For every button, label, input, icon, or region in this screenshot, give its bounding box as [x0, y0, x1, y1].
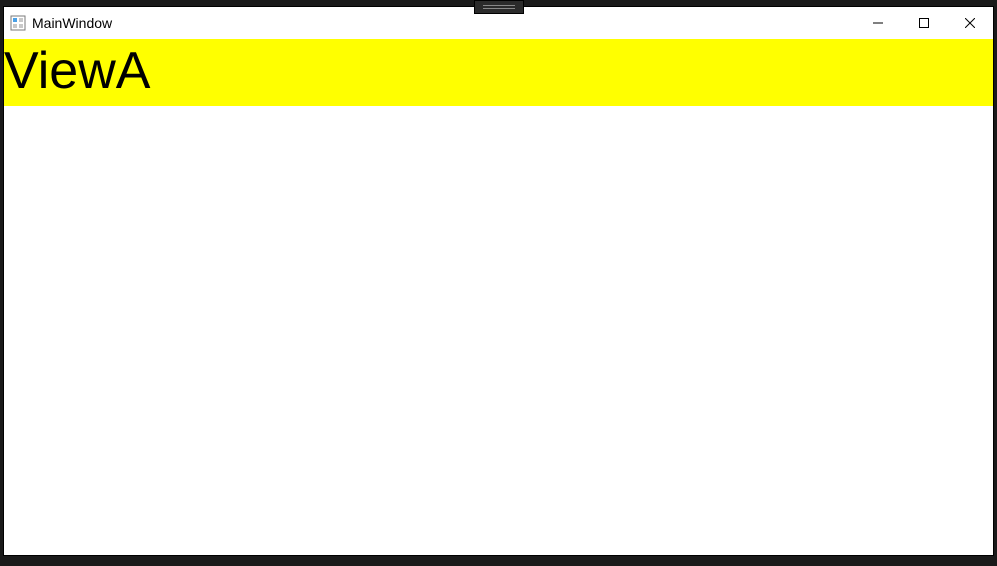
view-header: ViewA	[4, 39, 993, 106]
view-body	[4, 106, 993, 555]
app-icon	[10, 15, 26, 31]
maximize-button[interactable]	[901, 7, 947, 39]
window-controls	[855, 7, 993, 39]
minimize-button[interactable]	[855, 7, 901, 39]
debug-drag-handle[interactable]	[474, 0, 524, 14]
close-button[interactable]	[947, 7, 993, 39]
main-window: MainWindow ViewA	[3, 6, 994, 556]
drag-handle-line	[483, 8, 515, 9]
client-area: ViewA	[4, 39, 993, 555]
window-title: MainWindow	[32, 15, 112, 31]
drag-handle-line	[483, 5, 515, 6]
